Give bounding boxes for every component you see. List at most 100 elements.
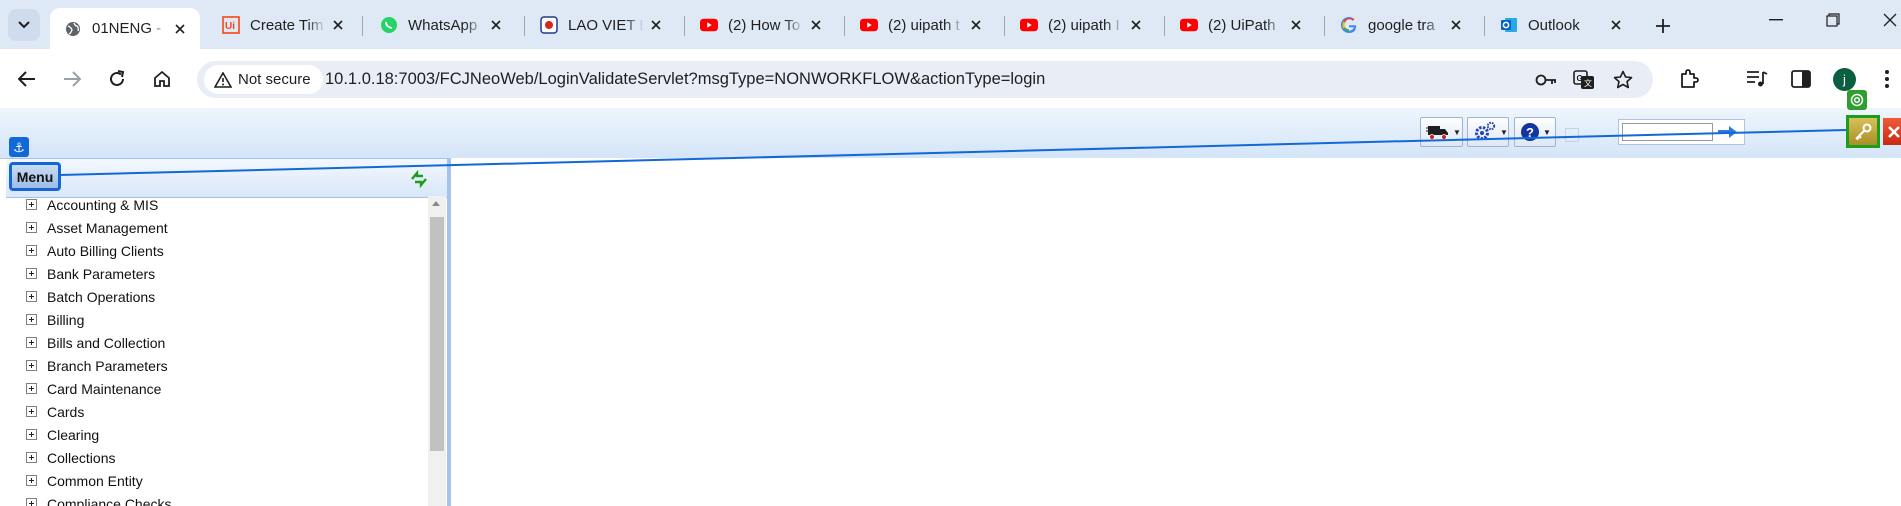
- window-close-button[interactable]: [1862, 0, 1901, 40]
- refresh-icon[interactable]: [409, 169, 429, 189]
- main-content-area: [451, 158, 1901, 506]
- branch-dropdown-button[interactable]: ▼: [1420, 117, 1463, 147]
- expand-plus-icon[interactable]: [26, 337, 37, 348]
- reload-button[interactable]: [102, 64, 132, 94]
- expand-plus-icon[interactable]: [26, 452, 37, 463]
- restore-button[interactable]: [1805, 0, 1861, 40]
- close-tab-icon[interactable]: [1604, 13, 1628, 37]
- browser-menu-icon[interactable]: [1877, 64, 1897, 94]
- menu-item-label: Bank Parameters: [47, 265, 156, 282]
- close-tab-icon[interactable]: [644, 13, 668, 37]
- settings-dropdown-button[interactable]: ▼: [1467, 117, 1509, 147]
- browser-tab[interactable]: google tra: [1326, 8, 1476, 42]
- browser-tab[interactable]: Outlook: [1486, 8, 1636, 42]
- expand-plus-icon[interactable]: [26, 222, 37, 233]
- tab-search-button[interactable]: [8, 9, 40, 41]
- expand-plus-icon[interactable]: [26, 429, 37, 440]
- menu-scrollbar[interactable]: [428, 196, 446, 506]
- tab-title: LAO VIET E: [568, 16, 644, 34]
- menu-item[interactable]: Bills and Collection: [6, 331, 416, 354]
- menu-item-label: Asset Management: [47, 219, 168, 236]
- scroll-thumb[interactable]: [430, 217, 444, 451]
- close-tab-icon[interactable]: [1444, 13, 1468, 37]
- help-dropdown-button[interactable]: ? ▼: [1514, 117, 1556, 147]
- expand-plus-icon[interactable]: [26, 475, 37, 486]
- back-button[interactable]: [12, 64, 42, 94]
- expand-plus-icon[interactable]: [26, 199, 37, 210]
- menu-item[interactable]: Billing: [6, 308, 416, 331]
- close-tab-icon[interactable]: [1284, 13, 1308, 37]
- quick-search-input[interactable]: [1622, 123, 1713, 141]
- tab-separator: [1164, 16, 1165, 36]
- close-tab-icon[interactable]: [326, 13, 350, 37]
- menu-item[interactable]: Bank Parameters: [6, 262, 416, 285]
- security-indicator[interactable]: Not secure: [204, 65, 323, 94]
- logout-button[interactable]: [1883, 118, 1901, 145]
- scroll-up-arrow-icon[interactable]: [432, 201, 440, 206]
- menu-item[interactable]: Batch Operations: [6, 285, 416, 308]
- close-tab-icon[interactable]: [804, 13, 828, 37]
- browser-tab[interactable]: WhatsApp: [366, 8, 516, 42]
- expand-plus-icon[interactable]: [26, 268, 37, 279]
- new-tab-button[interactable]: [1650, 13, 1676, 39]
- browser-tab-active[interactable]: 01NENG -: [50, 8, 200, 49]
- svg-text:Ui: Ui: [225, 21, 235, 32]
- menu-item[interactable]: Collections: [6, 446, 416, 469]
- expand-plus-icon[interactable]: [26, 498, 37, 506]
- expand-plus-icon[interactable]: [26, 245, 37, 256]
- menu-item[interactable]: Accounting & MIS: [6, 196, 416, 216]
- bookmark-star-icon[interactable]: [1610, 67, 1636, 93]
- close-tab-icon[interactable]: [1124, 13, 1148, 37]
- translate-icon[interactable]: G文: [1571, 67, 1597, 93]
- close-icon: [1883, 13, 1897, 27]
- menu-item[interactable]: Cards: [6, 400, 416, 423]
- expand-plus-icon[interactable]: [26, 383, 37, 394]
- menu-item[interactable]: Card Maintenance: [6, 377, 416, 400]
- menu-item[interactable]: Asset Management: [6, 216, 416, 239]
- arrow-right-icon: [1718, 126, 1737, 138]
- browser-tab[interactable]: (2) UiPath: [1166, 8, 1316, 42]
- plus-icon: [1656, 19, 1670, 33]
- close-tab-icon[interactable]: [484, 13, 508, 37]
- menu-item[interactable]: Common Entity: [6, 469, 416, 492]
- browser-tab[interactable]: (2) uipath t: [846, 8, 996, 42]
- forward-button[interactable]: [57, 64, 87, 94]
- browser-tab[interactable]: Ui Create Tim: [208, 8, 358, 42]
- change-password-button[interactable]: [1846, 115, 1880, 148]
- close-tab-icon[interactable]: [168, 17, 192, 41]
- outlook-icon: [1500, 16, 1518, 34]
- browser-tab[interactable]: LAO VIET E: [526, 8, 676, 42]
- expand-plus-icon[interactable]: [26, 314, 37, 325]
- password-key-icon[interactable]: [1533, 67, 1559, 93]
- youtube-icon: [1180, 16, 1198, 34]
- home-button[interactable]: [147, 64, 177, 94]
- menu-title-button[interactable]: Menu: [9, 162, 61, 191]
- url-text[interactable]: 10.1.0.18:7003/FCJNeoWeb/LoginValidateSe…: [325, 70, 1045, 89]
- address-bar[interactable]: Not secure 10.1.0.18:7003/FCJNeoWeb/Logi…: [197, 61, 1653, 98]
- menu-item-label: Common Entity: [47, 472, 143, 489]
- browser-tab[interactable]: (2) uipath I: [1006, 8, 1156, 42]
- browser-tab[interactable]: (2) How To: [686, 8, 836, 42]
- side-panel-icon[interactable]: [1786, 64, 1816, 94]
- menu-item[interactable]: Clearing: [6, 423, 416, 446]
- menu-item[interactable]: Auto Billing Clients: [6, 239, 416, 262]
- disabled-toolbar-icon: [1565, 128, 1579, 142]
- tab-separator: [524, 16, 525, 36]
- dropdown-caret-icon: ▼: [1453, 127, 1461, 137]
- expand-plus-icon[interactable]: [26, 406, 37, 417]
- menu-item[interactable]: Branch Parameters: [6, 354, 416, 377]
- youtube-icon: [700, 16, 718, 34]
- close-tab-icon[interactable]: [964, 13, 988, 37]
- extensions-icon[interactable]: [1674, 64, 1704, 94]
- minimize-button[interactable]: [1748, 0, 1804, 40]
- media-controls-icon[interactable]: [1742, 64, 1772, 94]
- go-button[interactable]: [1717, 123, 1739, 141]
- security-label: Not secure: [238, 71, 311, 88]
- expand-plus-icon[interactable]: [26, 291, 37, 302]
- menu-item[interactable]: Compliance Checks: [6, 492, 416, 506]
- quick-search-box: [1618, 119, 1745, 145]
- profile-avatar[interactable]: j: [1833, 68, 1856, 91]
- expand-plus-icon[interactable]: [26, 360, 37, 371]
- home-icon: [154, 70, 170, 87]
- tab-title: google tra: [1368, 16, 1435, 34]
